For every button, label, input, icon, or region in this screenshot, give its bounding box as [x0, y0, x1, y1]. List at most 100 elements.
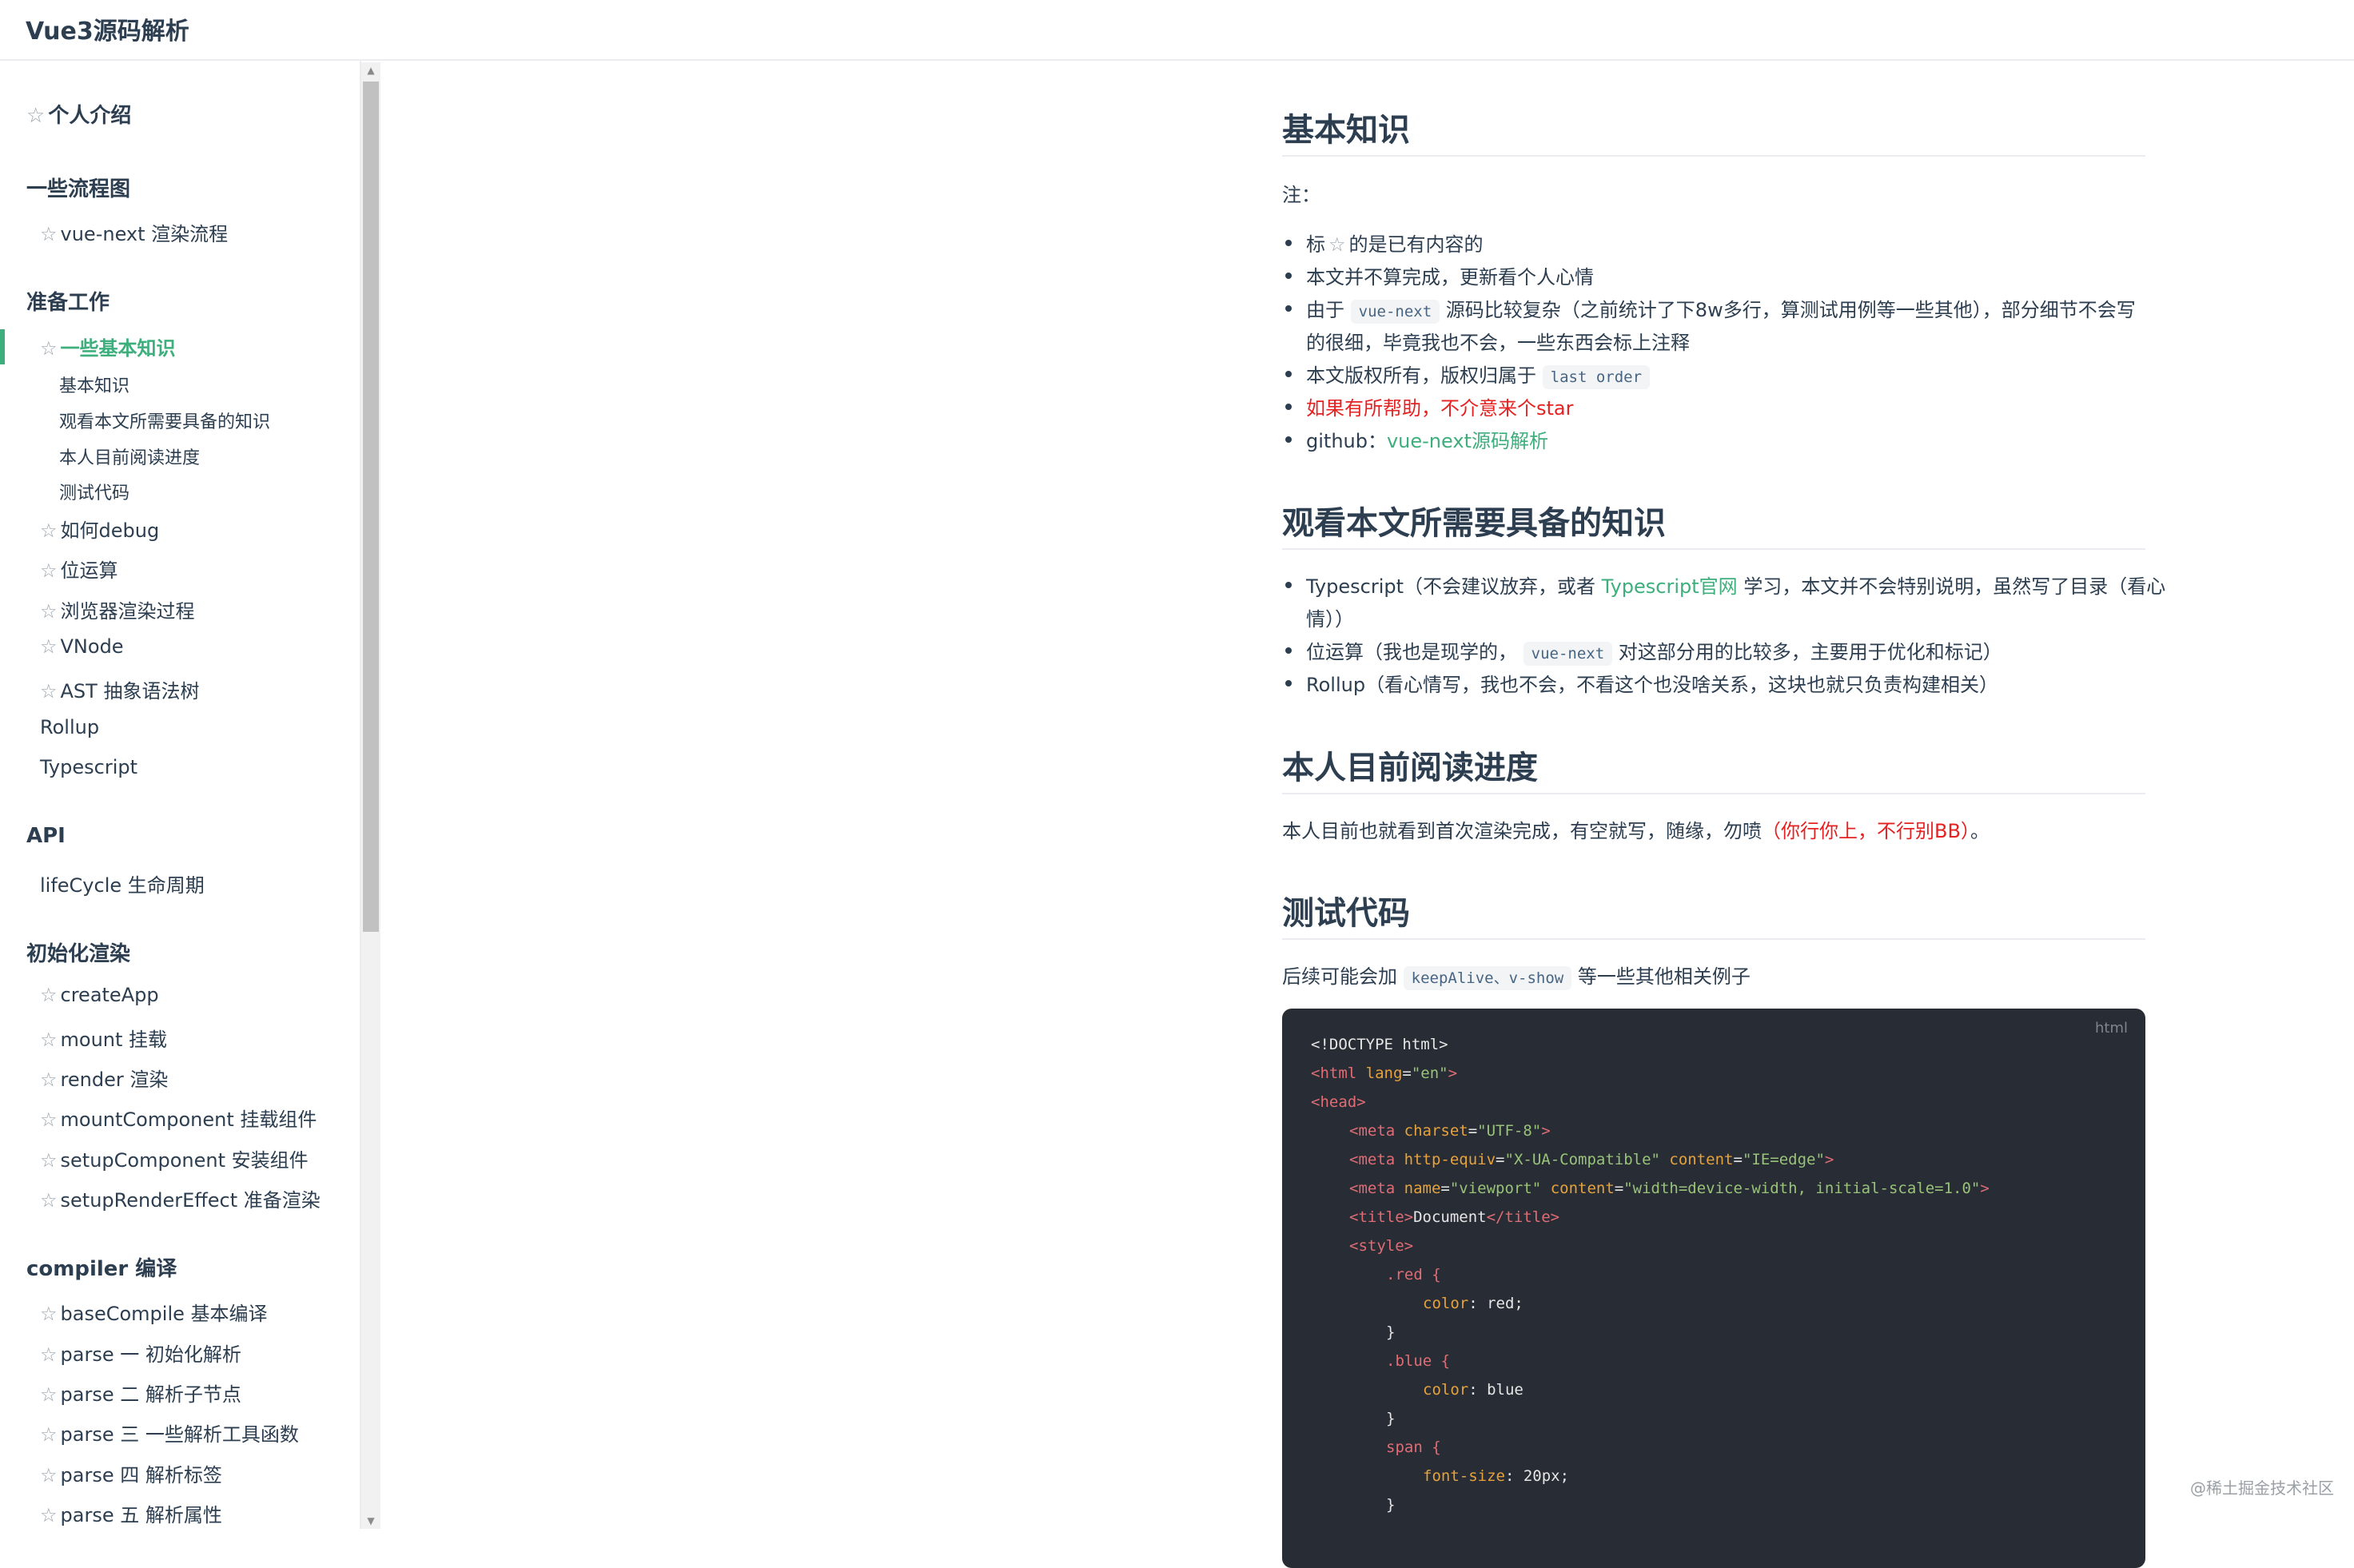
github-link[interactable]: vue-next源码解析: [1387, 430, 1548, 452]
code-line: <meta name="viewport" content="width=dev…: [1349, 1180, 1990, 1197]
sidebar-item-setupcomponent[interactable]: ☆ setupComponent 安装组件: [40, 1144, 309, 1172]
code-line: <title>Document</title>: [1349, 1208, 1560, 1226]
code-line: .red {: [1386, 1266, 1441, 1283]
sidebar-scrollbar[interactable]: ▲ ▼: [361, 62, 380, 1529]
list-item: Rollup（看心情写，我也不会，不看这个也没啥关系，这块也就只负责构建相关）: [1282, 669, 1998, 697]
scroll-up-arrow-icon[interactable]: ▲: [361, 62, 380, 78]
typescript-link[interactable]: Typescript官网: [1602, 575, 1738, 598]
test-code-paragraph: 后续可能会加 keepAlive、v-show 等一些其他相关例子: [1282, 961, 1751, 990]
inline-code: keepAlive、v-show: [1403, 966, 1572, 990]
list-item: 位运算（我也是现学的， vue-next 对这部分用的比较多，主要用于优化和标记…: [1282, 636, 2002, 666]
star-icon: ☆: [40, 1303, 58, 1325]
sidebar-item-bitwise[interactable]: ☆ 位运算: [40, 555, 118, 583]
star-icon: ☆: [40, 1149, 58, 1172]
star-icon: ☆: [40, 1029, 58, 1051]
list-item: 标 ☆ 的是已有内容的: [1282, 229, 1484, 257]
code-language-label: html: [2094, 1020, 2128, 1037]
sidebar-item-mountcomponent[interactable]: ☆ mountComponent 挂载组件: [40, 1104, 317, 1132]
sidebar-item-render[interactable]: ☆ render 渲染: [40, 1064, 168, 1092]
sidebar-item-parse-2[interactable]: ☆ parse 二 解析子节点: [40, 1379, 241, 1407]
star-icon: ☆: [40, 337, 58, 360]
code-line: }: [1386, 1496, 1396, 1514]
code-line: <html lang="en">: [1311, 1065, 1458, 1082]
star-icon: ☆: [40, 223, 58, 245]
sidebar-item-render-flow[interactable]: ☆ vue-next 渲染流程: [40, 218, 228, 246]
sidebar-item-basecompile[interactable]: ☆ baseCompile 基本编译: [40, 1298, 268, 1326]
star-icon: ☆: [40, 1108, 58, 1131]
star-icon: ☆: [40, 680, 58, 702]
list-item: github：vue-next源码解析: [1282, 425, 1548, 453]
sidebar-item-rollup[interactable]: Rollup: [40, 716, 99, 738]
sidebar-subitem[interactable]: 基本知识: [59, 372, 129, 397]
sidebar-item-parse-1[interactable]: ☆ parse 一 初始化解析: [40, 1339, 241, 1367]
code-line: }: [1386, 1323, 1396, 1341]
star-icon: ☆: [40, 519, 58, 542]
scroll-down-arrow-icon[interactable]: ▼: [361, 1513, 380, 1529]
progress-paragraph: 本人目前也就看到首次渲染完成，有空就写，随缘，勿喷（你行你上，不行别BB）。: [1282, 820, 1990, 842]
heading-reading-progress: 本人目前阅读进度: [1282, 742, 2145, 794]
sidebar-group-init[interactable]: 初始化渲染: [26, 937, 130, 967]
sidebar-group-compiler[interactable]: compiler 编译: [26, 1252, 177, 1282]
site-title[interactable]: Vue3源码解析: [26, 11, 189, 46]
star-icon: ☆: [40, 635, 58, 658]
list-item: 本文版权所有，版权归属于 last order: [1282, 360, 1651, 389]
code-line: .blue {: [1386, 1352, 1451, 1370]
scroll-thumb[interactable]: [363, 82, 379, 932]
sidebar-item-parse-4[interactable]: ☆ parse 四 解析标签: [40, 1459, 222, 1487]
list-item: 如果有所帮助，不介意来个star: [1282, 392, 1574, 420]
sidebar-subitem[interactable]: 观看本文所需要具备的知识: [59, 408, 270, 433]
code-line: <head>: [1311, 1093, 1366, 1111]
sidebar-group-api[interactable]: API: [26, 824, 66, 848]
sidebar-item-parse-3[interactable]: ☆ parse 三 一些解析工具函数: [40, 1419, 299, 1447]
heading-prerequisites: 观看本文所需要具备的知识: [1282, 497, 2145, 550]
sidebar-item-typescript[interactable]: Typescript: [40, 756, 137, 778]
sidebar-item-setuprendereffect[interactable]: ☆ setupRenderEffect 准备渲染: [40, 1184, 321, 1212]
code-line: <style>: [1349, 1237, 1414, 1255]
star-icon: ☆: [40, 1383, 58, 1406]
sidebar-subitem[interactable]: 本人目前阅读进度: [59, 444, 200, 469]
code-line: <!DOCTYPE html>: [1311, 1036, 1448, 1053]
sidebar-item-intro[interactable]: ☆ 个人介绍: [26, 99, 131, 129]
inline-code: vue-next: [1350, 300, 1440, 324]
code-line: span {: [1386, 1439, 1441, 1456]
star-icon: ☆: [40, 1189, 58, 1212]
sidebar-subitem[interactable]: 测试代码: [59, 479, 129, 504]
sidebar-item-basic-knowledge[interactable]: ☆ 一些基本知识: [40, 332, 176, 360]
top-navbar: Vue3源码解析: [0, 0, 2354, 61]
star-icon: ☆: [40, 1464, 58, 1486]
sidebar: ☆ 个人介绍 一些流程图 ☆ vue-next 渲染流程 准备工作 ☆ 一些基本知识 …: [0, 61, 361, 1529]
star-icon: ☆: [40, 600, 58, 623]
sidebar-item-lifecycle[interactable]: lifeCycle 生命周期: [40, 870, 205, 897]
star-icon: ☆: [1328, 233, 1346, 256]
star-icon: ☆: [40, 1069, 58, 1091]
sidebar-group-prep[interactable]: 准备工作: [26, 286, 110, 316]
sidebar-group-flow[interactable]: 一些流程图: [26, 173, 130, 202]
note-label: 注：: [1282, 184, 1320, 206]
sidebar-item-parse-5[interactable]: ☆ parse 五 解析属性: [40, 1499, 222, 1527]
sidebar-item-browser-render[interactable]: ☆ 浏览器渲染过程: [40, 595, 195, 623]
sidebar-item-createapp[interactable]: ☆ createApp: [40, 984, 159, 1006]
code-block[interactable]: html <!DOCTYPE html> <html lang="en"> <h…: [1282, 1009, 2145, 1568]
sidebar-item-debug[interactable]: ☆ 如何debug: [40, 515, 159, 543]
list-item-continuation: 情））: [1306, 608, 1354, 631]
star-icon: ☆: [26, 104, 46, 128]
list-item: Typescript（不会建议放弃，或者 Typescript官网 学习，本文并…: [1282, 571, 2165, 599]
code-line: color: red;: [1423, 1295, 1524, 1312]
heading-basic-knowledge: 基本知识: [1282, 104, 2145, 157]
sidebar-item-ast[interactable]: ☆ AST 抽象语法树: [40, 675, 199, 703]
code-line: <meta http-equiv="X-UA-Compatible" conte…: [1349, 1151, 1834, 1168]
star-icon: ☆: [40, 984, 58, 1006]
star-icon: ☆: [40, 1504, 58, 1526]
sidebar-item-vnode[interactable]: ☆ VNode: [40, 635, 124, 658]
code-line: font-size: 20px;: [1423, 1467, 1570, 1485]
watermark: @稀土掘金技术社区: [2190, 1478, 2334, 1498]
heading-test-code: 测试代码: [1282, 887, 2145, 940]
star-icon: ☆: [40, 559, 58, 582]
code-line: }: [1386, 1410, 1396, 1427]
active-indicator: [0, 329, 5, 364]
code-line: <meta charset="UTF-8">: [1349, 1122, 1551, 1140]
list-item-continuation: 的很细，毕竟我也不会，一些东西会标上注释: [1306, 332, 1690, 354]
sidebar-item-mount[interactable]: ☆ mount 挂载: [40, 1024, 167, 1052]
list-item: 本文并不算完成，更新看个人心情: [1282, 261, 1594, 289]
code-line: color: blue: [1423, 1381, 1524, 1399]
